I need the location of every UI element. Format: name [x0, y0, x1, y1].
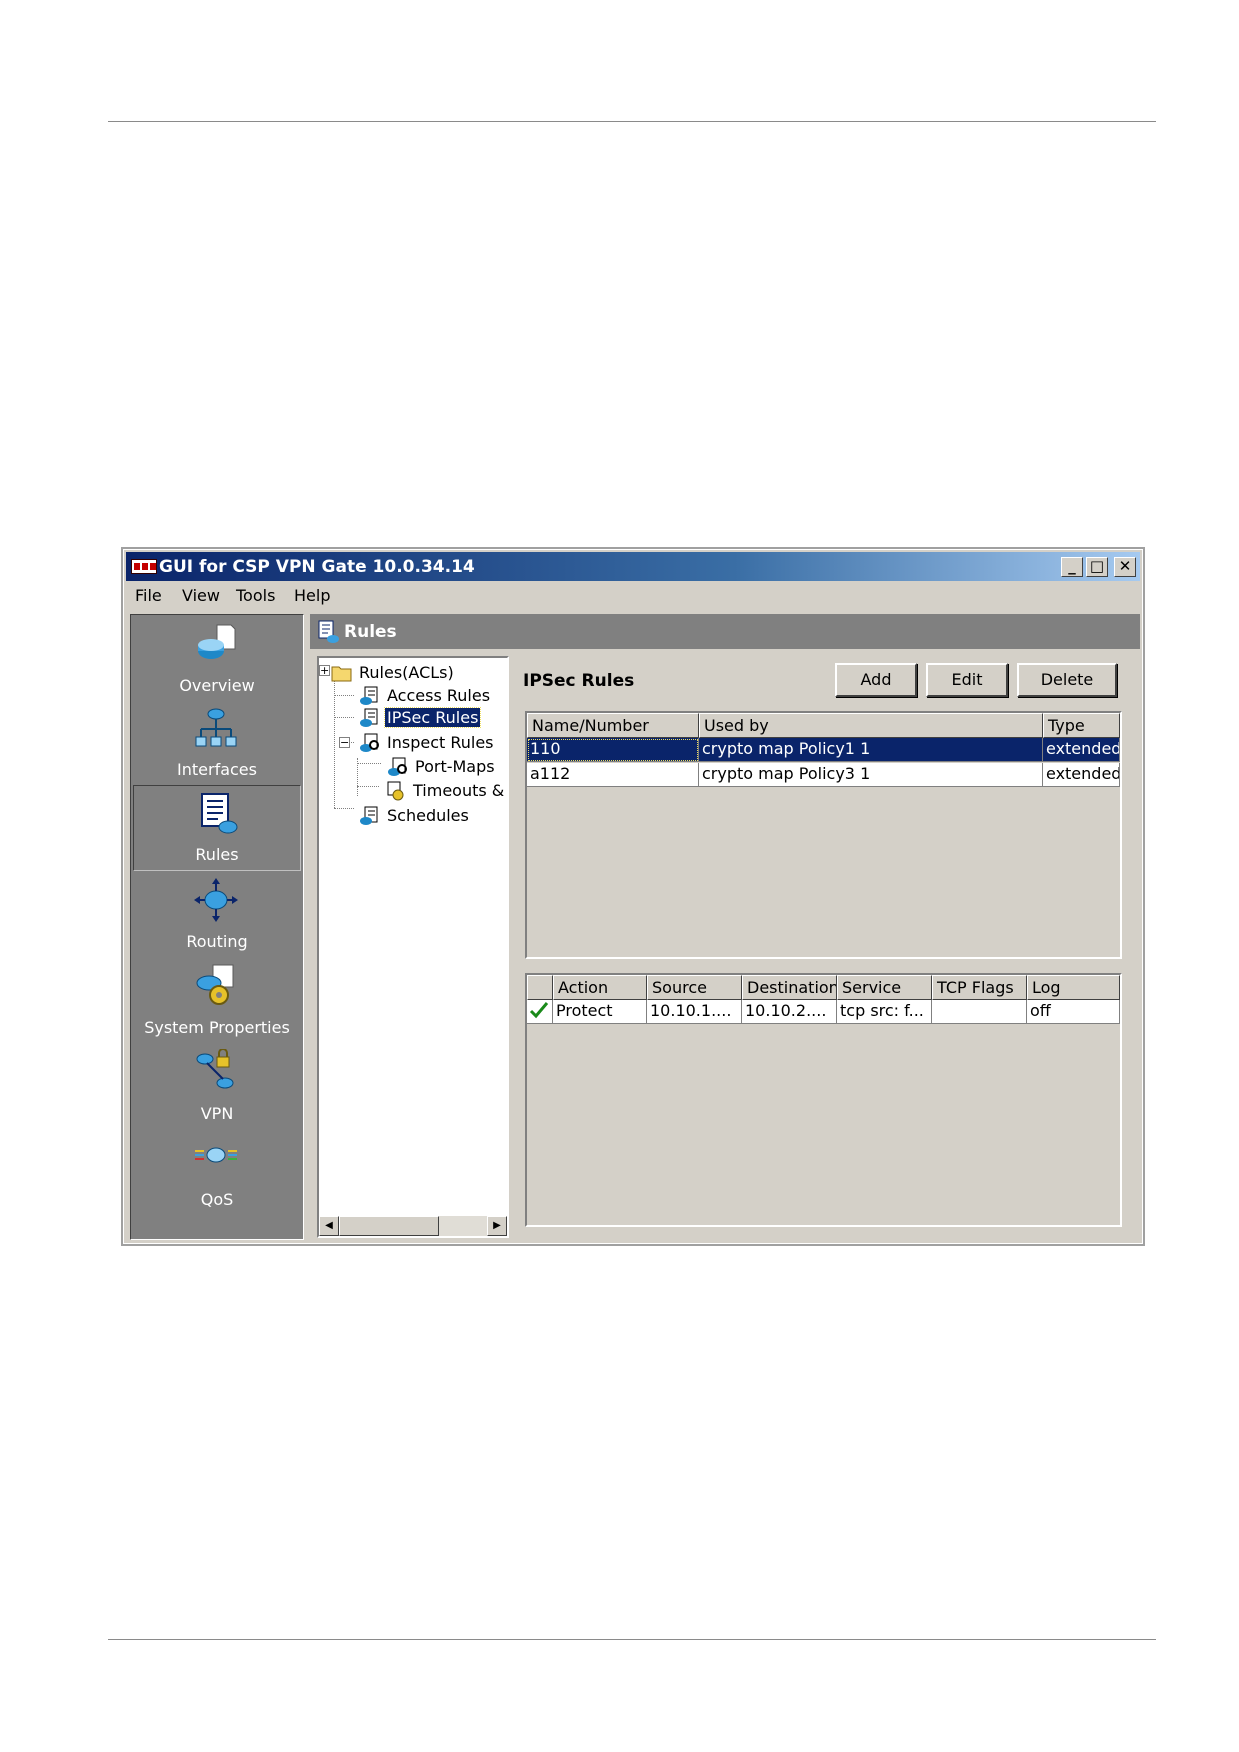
scroll-left-icon[interactable]: ◀ [319, 1216, 339, 1236]
menu-view[interactable]: View [182, 586, 220, 605]
col-type[interactable]: Type [1043, 713, 1120, 738]
cell-name: a112 [527, 763, 699, 787]
nav-qos[interactable]: QoS [133, 1131, 301, 1215]
vpn-icon [196, 1049, 234, 1089]
interfaces-icon [195, 708, 237, 747]
title-bar[interactable]: GUI for CSP VPN Gate 10.0.34.14 _ □ ✕ [126, 552, 1140, 581]
cell-type: extended [1043, 738, 1120, 762]
overview-icon [198, 624, 236, 659]
cell-service: tcp src: f... [837, 1000, 932, 1024]
timeouts-icon [387, 781, 404, 801]
rule-list-icon [360, 686, 378, 705]
menu-tools[interactable]: Tools [236, 586, 275, 605]
rule-table: Action Source Destination Service TCP Fl… [525, 973, 1122, 1227]
cell-name: 110 [527, 738, 699, 762]
port-maps-icon [388, 757, 407, 776]
window-title: GUI for CSP VPN Gate 10.0.34.14 [159, 557, 475, 577]
nav-interfaces-label: Interfaces [177, 760, 257, 779]
content-header: Rules [310, 614, 1140, 649]
col-used-by[interactable]: Used by [699, 713, 1043, 738]
nav-vpn-label: VPN [200, 1104, 234, 1123]
cell-source: 10.10.1.... [647, 1000, 742, 1024]
rule-list-icon [360, 708, 378, 727]
col-service[interactable]: Service [837, 975, 932, 1000]
nav-overview[interactable]: Overview [133, 617, 301, 701]
checkmark-icon [529, 1002, 549, 1019]
cell-enabled[interactable] [527, 1000, 553, 1024]
nav-overview-label: Overview [179, 676, 255, 695]
app-logo-icon [131, 559, 157, 574]
cell-used-by: crypto map Policy3 1 [699, 763, 1043, 787]
delete-button[interactable]: Delete [1017, 663, 1117, 697]
nav-routing[interactable]: Routing [133, 873, 301, 957]
cell-tcp-flags [932, 1000, 1027, 1024]
routing-icon [194, 878, 238, 922]
rules-header-icon [318, 620, 339, 643]
add-button[interactable]: Add [835, 663, 917, 697]
app-window: GUI for CSP VPN Gate 10.0.34.14 _ □ ✕ Fi… [121, 547, 1145, 1246]
inspect-rules-icon [360, 733, 379, 752]
cell-used-by: crypto map Policy1 1 [699, 738, 1043, 762]
menu-bar: File View Tools Help [126, 583, 1140, 607]
minimize-icon[interactable]: _ [1061, 557, 1083, 577]
acl-table: Name/Number Used by Type 110 crypto map … [525, 711, 1122, 959]
rules-icon [201, 793, 238, 834]
maximize-icon[interactable]: □ [1086, 557, 1108, 577]
schedules-icon [360, 806, 378, 825]
scroll-right-icon[interactable]: ▶ [487, 1216, 507, 1236]
close-icon[interactable]: ✕ [1114, 557, 1136, 577]
nav-qos-label: QoS [200, 1190, 234, 1209]
col-source[interactable]: Source [647, 975, 742, 1000]
qos-icon [195, 1147, 237, 1163]
section-title: IPSec Rules [523, 671, 635, 691]
nav-system-properties-label: System Properties [144, 1018, 290, 1037]
col-action[interactable]: Action [553, 975, 647, 1000]
nav-interfaces[interactable]: Interfaces [133, 701, 301, 785]
col-enabled[interactable] [527, 975, 553, 1000]
col-destination[interactable]: Destination [742, 975, 837, 1000]
cell-type: extended [1043, 763, 1120, 787]
tree-toggle-inspect-rules[interactable]: − [339, 737, 350, 748]
page-top-rule [108, 121, 1156, 122]
edit-button[interactable]: Edit [926, 663, 1008, 697]
folder-icon [331, 666, 352, 682]
page-bottom-rule [108, 1639, 1156, 1640]
system-properties-icon [196, 964, 234, 1005]
nav-routing-label: Routing [186, 932, 248, 951]
col-tcp-flags[interactable]: TCP Flags [932, 975, 1027, 1000]
cell-log: off [1027, 1000, 1120, 1024]
nav-rules[interactable]: Rules [133, 785, 301, 871]
cell-destination: 10.10.2.... [742, 1000, 837, 1024]
menu-file[interactable]: File [135, 586, 162, 605]
rules-tree: + − Rules(ACLs) Access Rules IPSec Rules [317, 656, 509, 1238]
tree-horizontal-scrollbar[interactable]: ◀ ▶ [319, 1216, 507, 1236]
content-header-title: Rules [344, 622, 397, 642]
nav-system-properties[interactable]: System Properties [133, 959, 301, 1043]
nav-vpn[interactable]: VPN [133, 1045, 301, 1129]
scroll-thumb[interactable] [339, 1216, 439, 1236]
nav-rules-label: Rules [195, 845, 239, 864]
col-name-number[interactable]: Name/Number [527, 713, 699, 738]
col-log[interactable]: Log [1027, 975, 1120, 1000]
tree-toggle-rules-acls[interactable]: + [319, 665, 330, 676]
nav-sidebar: Overview Interfaces Rules Routing System… [130, 614, 304, 1240]
menu-help[interactable]: Help [294, 586, 330, 605]
cell-action: Protect [553, 1000, 647, 1024]
